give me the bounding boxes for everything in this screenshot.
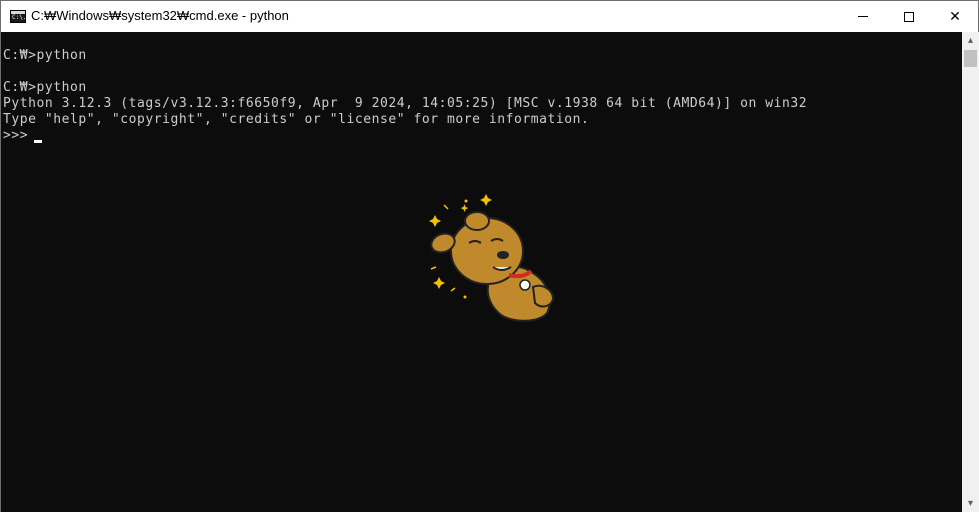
cmd-window: C:\. C:₩Windows₩system32₩cmd.exe - pytho… bbox=[0, 0, 979, 512]
close-icon: ✕ bbox=[949, 8, 961, 25]
console-line: Python 3.12.3 (tags/v3.12.3:f6650f9, Apr… bbox=[3, 96, 808, 111]
maximize-icon bbox=[904, 11, 914, 22]
scroll-up-button[interactable]: ▴ bbox=[962, 32, 979, 49]
scroll-up-arrow-icon: ▴ bbox=[967, 35, 974, 46]
console-prompt-line[interactable]: >>> bbox=[3, 128, 37, 144]
console-line: C:₩>python bbox=[3, 80, 87, 95]
scroll-down-button[interactable]: ▾ bbox=[962, 495, 979, 512]
title-bar[interactable]: C:\. C:₩Windows₩system32₩cmd.exe - pytho… bbox=[1, 1, 978, 32]
cmd-app-icon[interactable]: C:\. bbox=[10, 10, 26, 23]
dog-mascot-sticker bbox=[429, 194, 555, 322]
scroll-thumb[interactable] bbox=[964, 50, 977, 67]
cmd-app-icon-text: C:\. bbox=[12, 14, 27, 21]
minimize-button[interactable] bbox=[840, 1, 886, 32]
minimize-icon bbox=[858, 16, 868, 17]
text-cursor bbox=[34, 140, 42, 143]
scroll-down-arrow-icon: ▾ bbox=[967, 498, 974, 509]
console-line: Type "help", "copyright", "credits" or "… bbox=[3, 112, 590, 127]
vertical-scrollbar[interactable]: ▴ ▾ bbox=[962, 32, 979, 512]
maximize-button[interactable] bbox=[886, 1, 932, 32]
console-line: C:₩>python bbox=[3, 48, 87, 63]
window-title: C:₩Windows₩system32₩cmd.exe - python bbox=[31, 8, 289, 23]
close-button[interactable]: ✕ bbox=[932, 1, 978, 32]
